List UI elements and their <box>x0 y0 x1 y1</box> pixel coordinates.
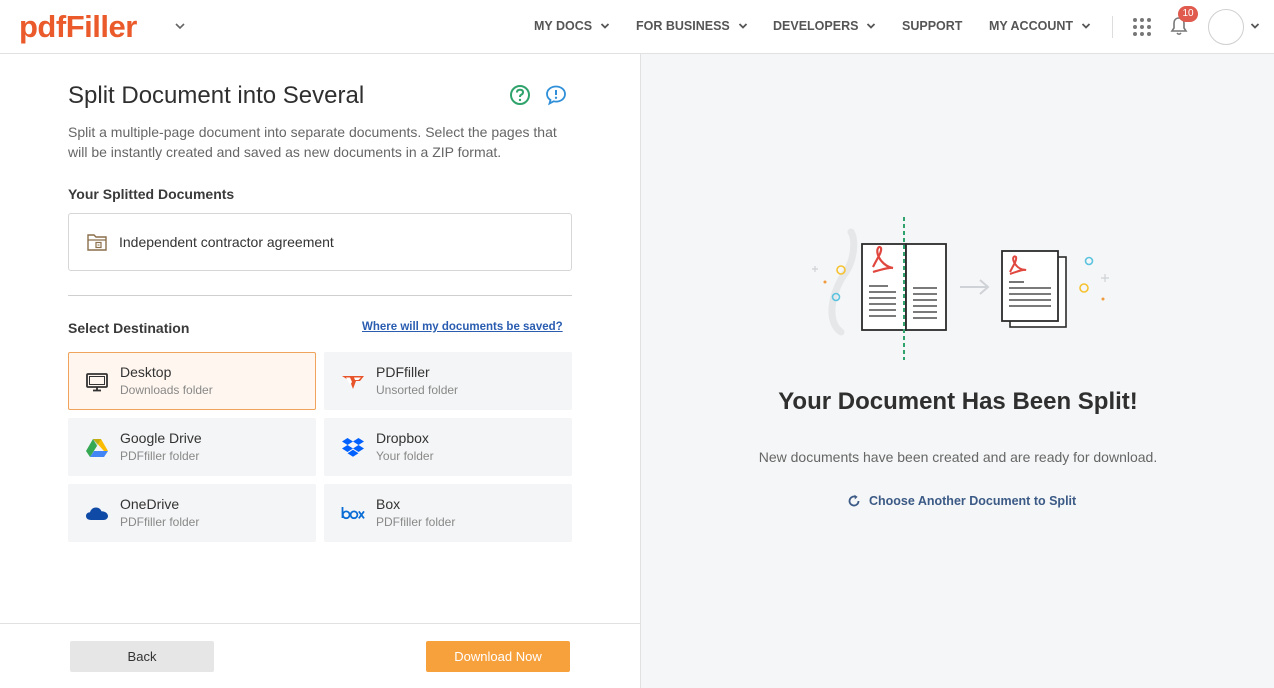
chevron-down-icon <box>1081 23 1091 29</box>
pdffiller-icon <box>342 376 364 389</box>
success-title: Your Document Has Been Split! <box>778 388 1138 415</box>
destination-onedrive[interactable]: OneDrive PDFfiller folder <box>68 484 316 542</box>
destination-label: Select Destination <box>68 320 190 336</box>
split-docs-label: Your Splitted Documents <box>68 186 235 202</box>
nav-support-label: SUPPORT <box>902 19 963 33</box>
action-footer: Back Download Now <box>0 623 640 688</box>
nav-developers[interactable]: DEVELOPERS <box>773 19 876 33</box>
success-description: New documents have been created and are … <box>758 449 1158 465</box>
nav-my-docs-label: MY DOCS <box>534 19 593 33</box>
destination-name: Dropbox <box>376 430 429 446</box>
destination-folder: PDFfiller folder <box>120 515 200 529</box>
nav-my-docs[interactable]: MY DOCS <box>534 19 610 33</box>
divider <box>68 295 572 296</box>
back-button[interactable]: Back <box>70 641 214 672</box>
refresh-icon <box>848 494 860 507</box>
destination-google-drive[interactable]: Google Drive PDFfiller folder <box>68 418 316 476</box>
document-name: Independent contractor agreement <box>119 234 334 250</box>
choose-another-document-link[interactable]: Choose Another Document to Split <box>847 494 1076 508</box>
apps-grid-icon[interactable] <box>1132 17 1152 37</box>
destination-desktop[interactable]: Desktop Downloads folder <box>68 352 316 410</box>
page-description: Split a multiple-page document into sepa… <box>68 124 557 160</box>
monitor-icon <box>86 373 108 392</box>
destination-folder: PDFfiller folder <box>376 515 456 529</box>
chevron-down-icon <box>600 23 610 29</box>
download-now-button[interactable]: Download Now <box>426 641 570 672</box>
help-icon[interactable] <box>509 84 531 106</box>
top-header: pdfFiller MY DOCS FOR BUSINESS DEVELOPER… <box>0 0 1274 54</box>
nav-divider <box>1112 16 1113 38</box>
nav-for-business[interactable]: FOR BUSINESS <box>636 19 748 33</box>
avatar[interactable] <box>1208 9 1244 45</box>
nav-support[interactable]: SUPPORT <box>902 19 962 33</box>
chevron-down-icon <box>738 23 747 29</box>
notification-badge: 10 <box>1178 6 1198 22</box>
split-document-item: Independent contractor agreement <box>68 213 572 271</box>
destination-box[interactable]: Box PDFfiller folder <box>324 484 572 542</box>
destination-name: OneDrive <box>120 496 180 512</box>
nav-my-account[interactable]: MY ACCOUNT <box>989 19 1091 33</box>
split-document-illustration <box>812 217 1109 360</box>
where-saved-link[interactable]: Where will my documents be saved? <box>362 321 563 333</box>
pdffiller-logo[interactable]: pdfFiller <box>19 9 137 45</box>
destination-folder: PDFfiller folder <box>120 449 200 463</box>
destination-folder: Downloads folder <box>120 383 213 397</box>
destination-name: Box <box>376 496 401 512</box>
nav-developers-label: DEVELOPERS <box>773 19 859 33</box>
destination-name: PDFfiller <box>376 364 430 380</box>
split-settings-panel: Split Document into Several Split a mult… <box>0 54 640 688</box>
dropbox-icon <box>342 438 364 457</box>
nav-for-business-label: FOR BUSINESS <box>636 19 730 33</box>
box-icon <box>341 507 365 520</box>
google-drive-icon <box>86 439 108 457</box>
feedback-icon[interactable] <box>545 84 567 106</box>
onedrive-icon <box>86 507 108 520</box>
destination-name: Google Drive <box>120 430 202 446</box>
destination-dropbox[interactable]: Dropbox Your folder <box>324 418 572 476</box>
choose-another-document-label: Choose Another Document to Split <box>869 494 1077 508</box>
destination-pdffiller[interactable]: PDFfiller Unsorted folder <box>324 352 572 410</box>
destination-folder: Your folder <box>376 449 434 463</box>
destination-folder: Unsorted folder <box>376 383 459 397</box>
nav-my-account-label: MY ACCOUNT <box>989 19 1074 33</box>
chevron-down-icon <box>867 23 876 29</box>
folder-icon <box>87 234 107 251</box>
destination-name: Desktop <box>120 364 172 380</box>
chevron-down-icon[interactable] <box>174 20 186 32</box>
result-panel: Your Document Has Been Split! New docume… <box>640 54 1274 688</box>
chevron-down-icon[interactable] <box>1250 21 1260 31</box>
page-title: Split Document into Several <box>68 82 365 109</box>
